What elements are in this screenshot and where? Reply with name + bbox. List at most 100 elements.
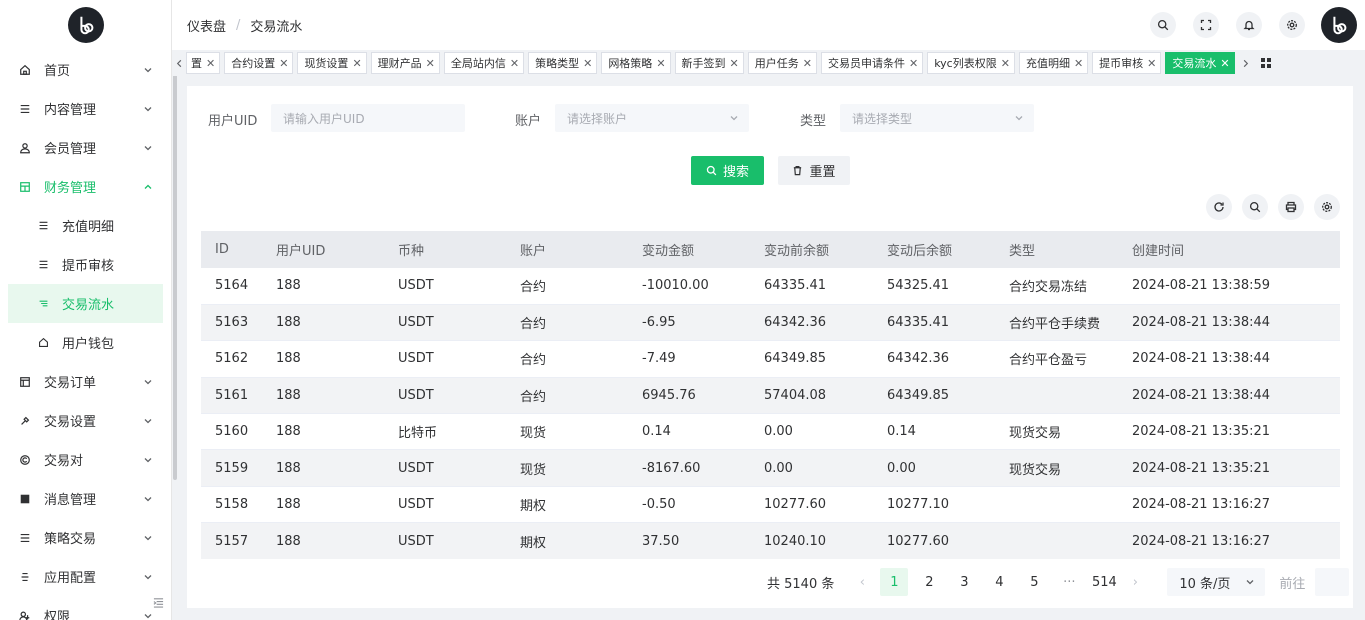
tab[interactable]: 用户任务 ✕ [747,52,817,74]
gear-icon[interactable] [1314,194,1340,220]
search-icon[interactable] [1242,194,1268,220]
chevron-left-icon[interactable] [172,52,186,74]
list-icon [18,102,32,116]
sidebar-item-orders[interactable]: 交易订单 [0,362,171,401]
tab-active[interactable]: 交易流水 ✕ [1165,52,1235,74]
sidebar-item-home[interactable]: 首页 [0,50,171,89]
close-icon[interactable]: ✕ [909,57,918,70]
chevron-right-icon[interactable]: › [1125,575,1145,590]
print-icon[interactable] [1278,194,1304,220]
tab[interactable]: kyc列表权限 ✕ [927,52,1015,74]
page-number[interactable]: 3 [950,568,978,596]
tab[interactable]: 策略类型 ✕ [528,52,598,74]
tab[interactable]: 交易员申请条件 ✕ [820,52,924,74]
cell-created: 2024-08-21 13:38:44 [1118,377,1340,415]
sidebar-item-trading-pair[interactable]: 交易对 [0,440,171,479]
page-size-select[interactable]: 10 条/页 [1167,568,1266,596]
page-ellipsis[interactable]: ··· [1055,568,1083,596]
tab[interactable]: 网格策略 ✕ [601,52,671,74]
tab[interactable]: 合约设置 ✕ [224,52,294,74]
close-icon[interactable]: ✕ [1220,57,1229,70]
tab[interactable]: 充值明细 ✕ [1018,52,1089,74]
chevron-up-icon [144,184,152,189]
cell-account: 合约 [506,304,628,342]
tab[interactable]: 全局站内信 ✕ [443,52,525,74]
close-icon[interactable]: ✕ [352,57,361,70]
cell-amount: 0.14 [628,413,750,451]
chevron-left-icon[interactable]: ‹ [852,575,872,590]
table-row[interactable]: 5163 188 USDT 合约 -6.95 64342.36 64335.41… [201,304,1340,342]
grid-menu-icon[interactable] [1259,56,1273,70]
sidebar-item-messages[interactable]: 消息管理 [0,479,171,518]
logo[interactable] [67,7,104,43]
search-icon[interactable] [1150,12,1176,38]
table-row[interactable]: 5157 188 USDT 期权 37.50 10240.10 10277.60… [201,522,1340,560]
column-header[interactable]: 变动后余额 [873,231,995,268]
sidebar-item-members[interactable]: 会员管理 [0,128,171,167]
sidebar-item-content[interactable]: 内容管理 [0,89,171,128]
breadcrumb-root[interactable]: 仪表盘 [187,16,226,35]
cell-id: 5164 [201,268,262,305]
page-number[interactable]: 4 [985,568,1013,596]
tab[interactable]: 新手签到 ✕ [674,52,744,74]
collapse-sidebar-icon[interactable] [150,594,166,610]
column-header[interactable]: ID [201,231,262,268]
sidebar-item-permissions[interactable]: 权限 [0,596,171,620]
sidebar-item-app-config[interactable]: 应用配置 [0,557,171,596]
sidebar-subitem-recharge[interactable]: 充值明细 [0,206,171,245]
sidebar-item-finance[interactable]: 财务管理 [0,167,171,206]
page-number[interactable]: 2 [915,568,943,596]
table-row[interactable]: 5158 188 USDT 期权 -0.50 10277.60 10277.10… [201,486,1340,524]
column-header[interactable]: 变动前余额 [750,231,873,268]
home-icon [18,63,32,77]
close-icon[interactable]: ✕ [279,57,288,70]
tab[interactable]: 理财产品 ✕ [370,52,440,74]
close-icon[interactable]: ✕ [803,57,812,70]
table-row[interactable]: 5159 188 USDT 现货 -8167.60 0.00 0.00 现货交易… [201,449,1340,487]
sidebar-subitem-withdraw-review[interactable]: 提币审核 [0,245,171,284]
reset-button[interactable]: 重置 [778,156,850,185]
column-header[interactable]: 币种 [384,231,506,268]
sidebar-item-strategy[interactable]: 策略交易 [0,518,171,557]
account-select[interactable]: 请选择账户 [555,104,749,132]
sidebar-subitem-wallet[interactable]: 用户钱包 [0,323,171,362]
refresh-icon[interactable] [1206,194,1232,220]
close-icon[interactable]: ✕ [1001,57,1010,70]
column-header[interactable]: 账户 [506,231,628,268]
type-select[interactable]: 请选择类型 [840,104,1034,132]
close-icon[interactable]: ✕ [1147,57,1156,70]
sidebar-item-trade-settings[interactable]: 交易设置 [0,401,171,440]
close-icon[interactable]: ✕ [656,57,665,70]
uid-input[interactable]: 请输入用户UID [271,104,465,132]
page-number-current[interactable]: 1 [880,568,909,596]
close-icon[interactable]: ✕ [730,57,739,70]
column-header[interactable]: 用户UID [262,231,384,268]
table-row[interactable]: 5160 188 比特币 现货 0.14 0.00 0.14 现货交易 2024… [201,413,1340,451]
tab[interactable]: 置 ✕ [186,52,221,74]
column-header[interactable]: 类型 [995,231,1118,268]
close-icon[interactable]: ✕ [206,57,215,70]
table-row[interactable]: 5162 188 USDT 合约 -7.49 64349.85 64342.36… [201,340,1340,378]
cell-id: 5157 [201,522,262,560]
page-number[interactable]: 5 [1020,568,1048,596]
avatar[interactable] [1321,7,1357,43]
page-number-last[interactable]: 514 [1090,568,1118,596]
sidebar-subitem-transactions[interactable]: 交易流水 [8,284,163,323]
fullscreen-icon[interactable] [1193,12,1219,38]
close-icon[interactable]: ✕ [1074,57,1083,70]
tab[interactable]: 现货设置 ✕ [297,52,367,74]
close-icon[interactable]: ✕ [583,57,592,70]
close-icon[interactable]: ✕ [426,57,435,70]
column-header[interactable]: 变动金额 [628,231,750,268]
table-row[interactable]: 5161 188 USDT 合约 6945.76 57404.08 64349.… [201,377,1340,415]
goto-page-input[interactable] [1315,568,1350,596]
column-header[interactable]: 创建时间 [1118,231,1340,268]
bell-icon[interactable] [1236,12,1262,38]
search-button[interactable]: 搜索 [691,156,764,185]
table-row[interactable]: 5164 188 USDT 合约 -10010.00 64335.41 5432… [201,268,1340,305]
sidebar-scrollbar[interactable] [173,50,177,480]
gear-icon[interactable] [1279,12,1305,38]
close-icon[interactable]: ✕ [510,57,519,70]
chevron-right-icon[interactable] [1239,52,1253,74]
tab[interactable]: 提币审核 ✕ [1092,52,1162,74]
